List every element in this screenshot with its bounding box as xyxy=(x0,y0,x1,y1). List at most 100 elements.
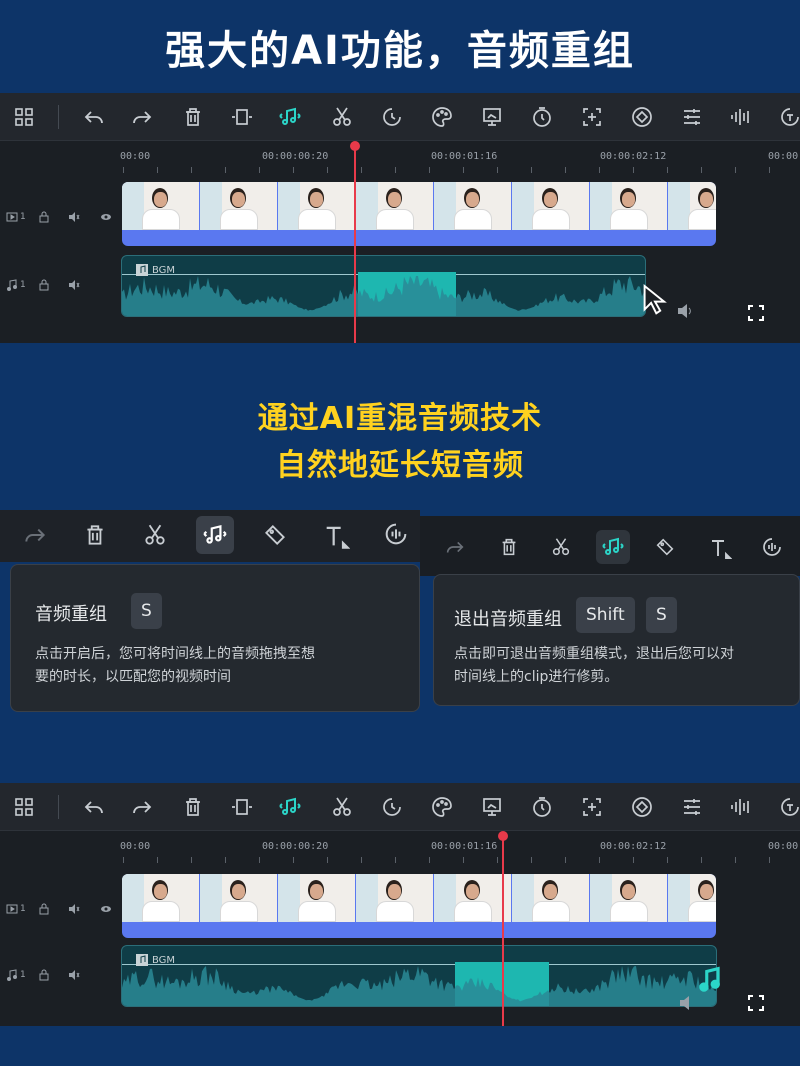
tooltip-exit-audio-remix: 退出音频重组 Shift S 点击即可退出音频重组模式，退出后您可以对 时间线上… xyxy=(433,574,800,706)
volume-icon[interactable] xyxy=(676,301,696,325)
text-icon[interactable] xyxy=(322,522,351,550)
tooltip-audio-remix: 音频重组 S 点击开启后，您可将时间线上的音频拖拽至想 要的时长，以匹配您的视频… xyxy=(10,564,420,712)
video-clip[interactable] xyxy=(122,874,716,938)
fullscreen-icon[interactable] xyxy=(746,303,766,327)
audio-clip-bgm[interactable]: BGM xyxy=(121,255,646,317)
redo-icon[interactable] xyxy=(130,105,154,129)
audio-remix-icon[interactable] xyxy=(196,516,234,554)
layout-grid-icon[interactable] xyxy=(12,795,36,819)
scissors-icon[interactable] xyxy=(330,795,354,819)
lock-icon[interactable] xyxy=(38,903,50,918)
ruler-label: 00:00 xyxy=(768,841,799,852)
audio-waveform xyxy=(122,962,716,1006)
export-frame-icon[interactable] xyxy=(480,795,504,819)
delete-icon[interactable] xyxy=(498,536,520,558)
eye-icon[interactable] xyxy=(100,903,112,918)
speech-to-text-icon[interactable] xyxy=(778,795,800,819)
time-ruler[interactable]: 00:00 00:00:00:20 00:00:01:16 00:00:02:1… xyxy=(0,141,800,177)
subtitle-line-2: 自然地延长短音频 xyxy=(276,448,524,483)
music-note-icon xyxy=(6,969,18,984)
redo-icon[interactable] xyxy=(444,536,466,558)
audio-remix-icon[interactable] xyxy=(596,530,630,564)
color-palette-icon[interactable] xyxy=(430,105,454,129)
ruler-label: 00:00:02:12 xyxy=(600,151,667,162)
keyframe-icon[interactable] xyxy=(630,105,654,129)
timeline-panel-top: 00:00 00:00:00:20 00:00:01:16 00:00:02:1… xyxy=(0,93,800,343)
color-palette-icon[interactable] xyxy=(430,795,454,819)
toolbar-divider xyxy=(58,105,59,129)
playhead-handle[interactable] xyxy=(498,831,508,841)
speed-icon[interactable] xyxy=(380,105,404,129)
ruler-label: 00:00 xyxy=(120,151,151,162)
video-track-icon xyxy=(6,211,18,226)
speech-to-text-icon[interactable] xyxy=(778,105,800,129)
audio-track-number: 1 xyxy=(20,970,26,980)
scissors-icon[interactable] xyxy=(142,522,168,548)
audio-wave-icon[interactable] xyxy=(729,105,753,129)
lock-icon[interactable] xyxy=(38,211,50,226)
redo-icon[interactable] xyxy=(130,795,154,819)
crop-icon[interactable] xyxy=(230,795,254,819)
audio-wave-icon[interactable] xyxy=(729,795,753,819)
audio-clip-bgm[interactable]: BGM xyxy=(121,945,717,1007)
video-clip[interactable] xyxy=(122,182,716,246)
video-thumbnails xyxy=(122,874,716,922)
timeline-panel-bottom: 00:00 00:00:00:20 00:00:01:16 00:00:02:1… xyxy=(0,783,800,1026)
tag-icon[interactable] xyxy=(262,522,288,548)
audio-remix-icon[interactable] xyxy=(278,795,302,819)
tag-icon[interactable] xyxy=(654,536,676,558)
ruler-label: 00:00:01:16 xyxy=(431,151,498,162)
add-marker-icon[interactable] xyxy=(580,105,604,129)
ruler-label: 00:00:00:20 xyxy=(262,841,329,852)
eye-icon[interactable] xyxy=(100,211,112,226)
delete-icon[interactable] xyxy=(181,795,205,819)
tooltip-description-line-1: 点击即可退出音频重组模式，退出后您可以对 xyxy=(454,646,734,662)
scissors-icon[interactable] xyxy=(550,536,572,558)
crop-icon[interactable] xyxy=(230,105,254,129)
speed-icon[interactable] xyxy=(380,795,404,819)
playhead-handle[interactable] xyxy=(350,141,360,151)
fullscreen-icon[interactable] xyxy=(746,993,766,1017)
playhead[interactable] xyxy=(354,145,356,343)
shortcut-key: S xyxy=(131,593,162,629)
timer-icon[interactable] xyxy=(530,795,554,819)
playhead[interactable] xyxy=(502,835,504,1026)
speech-to-text-icon[interactable] xyxy=(760,535,784,559)
speaker-icon[interactable] xyxy=(68,903,80,918)
video-track-number: 1 xyxy=(20,904,26,914)
volume-icon[interactable] xyxy=(678,993,698,1017)
keyframe-icon[interactable] xyxy=(630,795,654,819)
headline: 强大的AI功能，音频重组 xyxy=(165,28,635,74)
speech-to-text-icon[interactable] xyxy=(382,520,410,548)
ruler-label: 00:00:01:16 xyxy=(431,841,498,852)
toolbar xyxy=(0,93,800,141)
speaker-icon[interactable] xyxy=(68,211,80,226)
time-ruler[interactable]: 00:00 00:00:00:20 00:00:01:16 00:00:02:1… xyxy=(0,831,800,867)
delete-icon[interactable] xyxy=(82,522,108,548)
video-track-number: 1 xyxy=(20,212,26,222)
toolbar xyxy=(0,783,800,831)
undo-icon[interactable] xyxy=(82,795,106,819)
speaker-icon[interactable] xyxy=(68,279,80,294)
adjust-icon[interactable] xyxy=(680,795,704,819)
add-marker-icon[interactable] xyxy=(580,795,604,819)
audio-track-number: 1 xyxy=(20,280,26,290)
speaker-icon[interactable] xyxy=(68,969,80,984)
lock-icon[interactable] xyxy=(38,969,50,984)
layout-grid-icon[interactable] xyxy=(12,105,36,129)
delete-icon[interactable] xyxy=(181,105,205,129)
text-icon[interactable] xyxy=(708,536,733,560)
audio-remix-icon[interactable] xyxy=(278,105,302,129)
timer-icon[interactable] xyxy=(530,105,554,129)
undo-icon[interactable] xyxy=(82,105,106,129)
tooltip-title: 退出音频重组 xyxy=(454,609,562,630)
adjust-icon[interactable] xyxy=(680,105,704,129)
ruler-label: 00:00 xyxy=(120,841,151,852)
toolbar-divider xyxy=(58,795,59,819)
redo-icon[interactable] xyxy=(22,522,48,548)
export-frame-icon[interactable] xyxy=(480,105,504,129)
lock-icon[interactable] xyxy=(38,279,50,294)
audio-remix-active-icon xyxy=(694,963,728,1001)
scissors-icon[interactable] xyxy=(330,105,354,129)
music-note-icon xyxy=(6,279,18,294)
